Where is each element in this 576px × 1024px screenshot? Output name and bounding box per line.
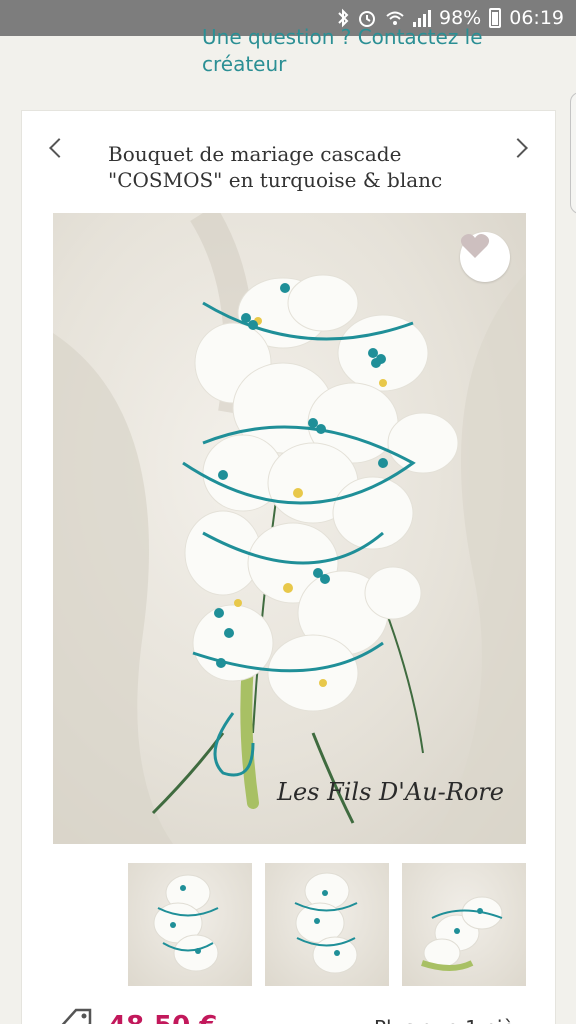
heart-icon <box>460 234 490 258</box>
favorite-button[interactable] <box>460 232 510 282</box>
stock-info: Plus que 1 piè <box>374 1016 515 1024</box>
side-panel-edge[interactable] <box>570 92 576 214</box>
next-product-button[interactable] <box>508 133 533 163</box>
product-title: Bouquet de mariage cascade "COSMOS" en t… <box>108 142 443 192</box>
chevron-right-icon <box>508 138 528 158</box>
product-main-image[interactable]: Les Fils D'Au-Rore <box>53 213 526 844</box>
product-card: Bouquet de mariage cascade "COSMOS" en t… <box>21 110 556 1024</box>
chevron-left-icon <box>49 138 69 158</box>
thumbnail-3[interactable] <box>402 863 526 986</box>
photo-watermark: Les Fils D'Au-Rore <box>277 778 504 806</box>
previous-product-button[interactable] <box>44 133 69 163</box>
thumbnail-2[interactable] <box>265 863 389 986</box>
thumbnail-1[interactable] <box>128 863 252 986</box>
contact-creator-link[interactable]: Une question ? Contactez le créateur <box>202 24 532 78</box>
bouquet-photo <box>53 213 526 844</box>
price-tag-icon <box>54 1004 94 1024</box>
product-price: 48,50 € <box>108 1011 217 1024</box>
